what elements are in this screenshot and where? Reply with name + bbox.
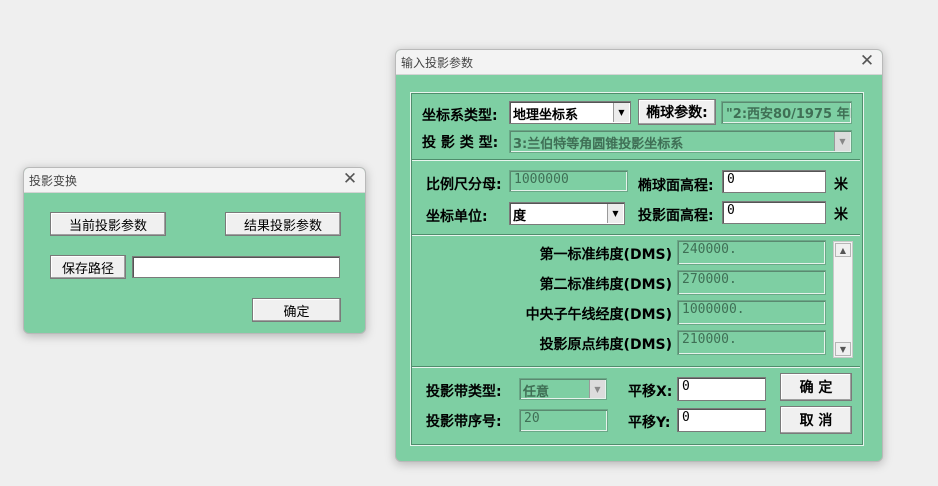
titlebar[interactable]: 投影变换 ✕	[24, 168, 365, 193]
proj-height-label: 投影面高程:	[638, 208, 714, 224]
save-path-input[interactable]	[132, 256, 340, 278]
zone-num-label: 投影带序号:	[426, 414, 502, 430]
param-label: 第二标准纬度(DMS)	[539, 277, 672, 293]
scale-value-field: 1000000	[509, 170, 628, 192]
cancel-button[interactable]: 取 消	[780, 406, 852, 434]
chevron-down-icon: ▼	[834, 132, 850, 151]
cancel-button-label: 取 消	[799, 413, 833, 429]
shift-x-label: 平移X:	[628, 384, 673, 400]
coord-type-label: 坐标系类型:	[422, 108, 498, 124]
result-params-button[interactable]: 结果投影参数	[225, 212, 341, 236]
result-params-button-label: 结果投影参数	[243, 218, 322, 234]
param-label: 投影原点纬度(DMS)	[539, 337, 672, 353]
param-label: 第一标准纬度(DMS)	[539, 247, 672, 263]
shift-x-input[interactable]: 0	[677, 377, 766, 401]
param-value-field: 210000.	[677, 330, 826, 355]
param-value-field: 240000.	[677, 240, 826, 265]
proj-type-value: 3:兰伯特等角圆锥投影坐标系	[513, 137, 684, 152]
current-params-button-label: 当前投影参数	[68, 218, 147, 234]
scroll-up-icon[interactable]: ▲	[835, 243, 851, 257]
separator	[412, 159, 860, 161]
titlebar[interactable]: 输入投影参数 ✕	[396, 50, 882, 75]
param-value-field: 1000000.	[677, 300, 826, 325]
param-list-scrollbar[interactable]: ▲ ▼	[833, 241, 853, 358]
separator	[412, 234, 860, 236]
projection-params-dialog: 输入投影参数 ✕ 坐标系类型: 地理坐标系 ▼ 椭球参数: "2:西安80/19…	[395, 49, 883, 462]
current-params-button[interactable]: 当前投影参数	[50, 212, 166, 236]
scroll-down-icon[interactable]: ▼	[835, 342, 851, 356]
ok-button-label: 确 定	[799, 380, 833, 396]
ok-button-label: 确定	[283, 304, 310, 320]
coord-type-value: 地理坐标系	[513, 108, 579, 123]
param-value-field: 270000.	[677, 270, 826, 295]
zone-type-value: 任意	[523, 385, 550, 400]
coord-unit-label: 坐标单位:	[426, 209, 488, 225]
projection-transform-dialog: 投影变换 ✕ 当前投影参数 结果投影参数 保存路径 确定	[23, 167, 366, 334]
chevron-down-icon: ▼	[589, 380, 605, 398]
scale-label: 比例尺分母:	[426, 177, 502, 193]
chevron-down-icon[interactable]: ▼	[613, 103, 629, 122]
zone-type-label: 投影带类型:	[426, 384, 502, 400]
window-title: 输入投影参数	[401, 56, 474, 70]
zone-type-select: 任意 ▼	[519, 378, 607, 400]
proj-height-input[interactable]: 0	[722, 201, 826, 224]
coord-type-select[interactable]: 地理坐标系 ▼	[509, 101, 631, 124]
close-icon[interactable]: ✕	[858, 51, 876, 71]
proj-type-select: 3:兰伯特等角圆锥投影坐标系 ▼	[509, 130, 852, 153]
ok-button[interactable]: 确 定	[780, 373, 852, 401]
zone-num-field: 20	[519, 409, 608, 432]
ok-button[interactable]: 确定	[252, 298, 341, 322]
ellipsoid-height-unit: 米	[834, 177, 848, 193]
close-icon[interactable]: ✕	[341, 169, 359, 189]
coord-unit-select[interactable]: 度 ▼	[509, 202, 625, 225]
window-title: 投影变换	[29, 174, 78, 188]
proj-height-unit: 米	[834, 207, 848, 223]
param-label: 中央子午线经度(DMS)	[525, 307, 672, 323]
save-path-button-label: 保存路径	[61, 261, 114, 277]
chevron-down-icon[interactable]: ▼	[607, 204, 623, 223]
ellipsoid-value-field: "2:西安80/1975 年I	[721, 101, 852, 124]
shift-y-label: 平移Y:	[628, 415, 671, 431]
shift-y-input[interactable]: 0	[677, 408, 766, 432]
ellipsoid-params-button[interactable]: 椭球参数:	[638, 99, 716, 125]
separator	[412, 366, 860, 368]
ellipsoid-height-label: 椭球面高程:	[638, 178, 714, 194]
coord-unit-value: 度	[513, 209, 527, 224]
save-path-button[interactable]: 保存路径	[50, 255, 126, 279]
proj-type-label: 投 影 类 型:	[422, 135, 499, 151]
ellipsoid-params-button-label: 椭球参数:	[646, 105, 708, 121]
ellipsoid-height-input[interactable]: 0	[722, 170, 826, 193]
